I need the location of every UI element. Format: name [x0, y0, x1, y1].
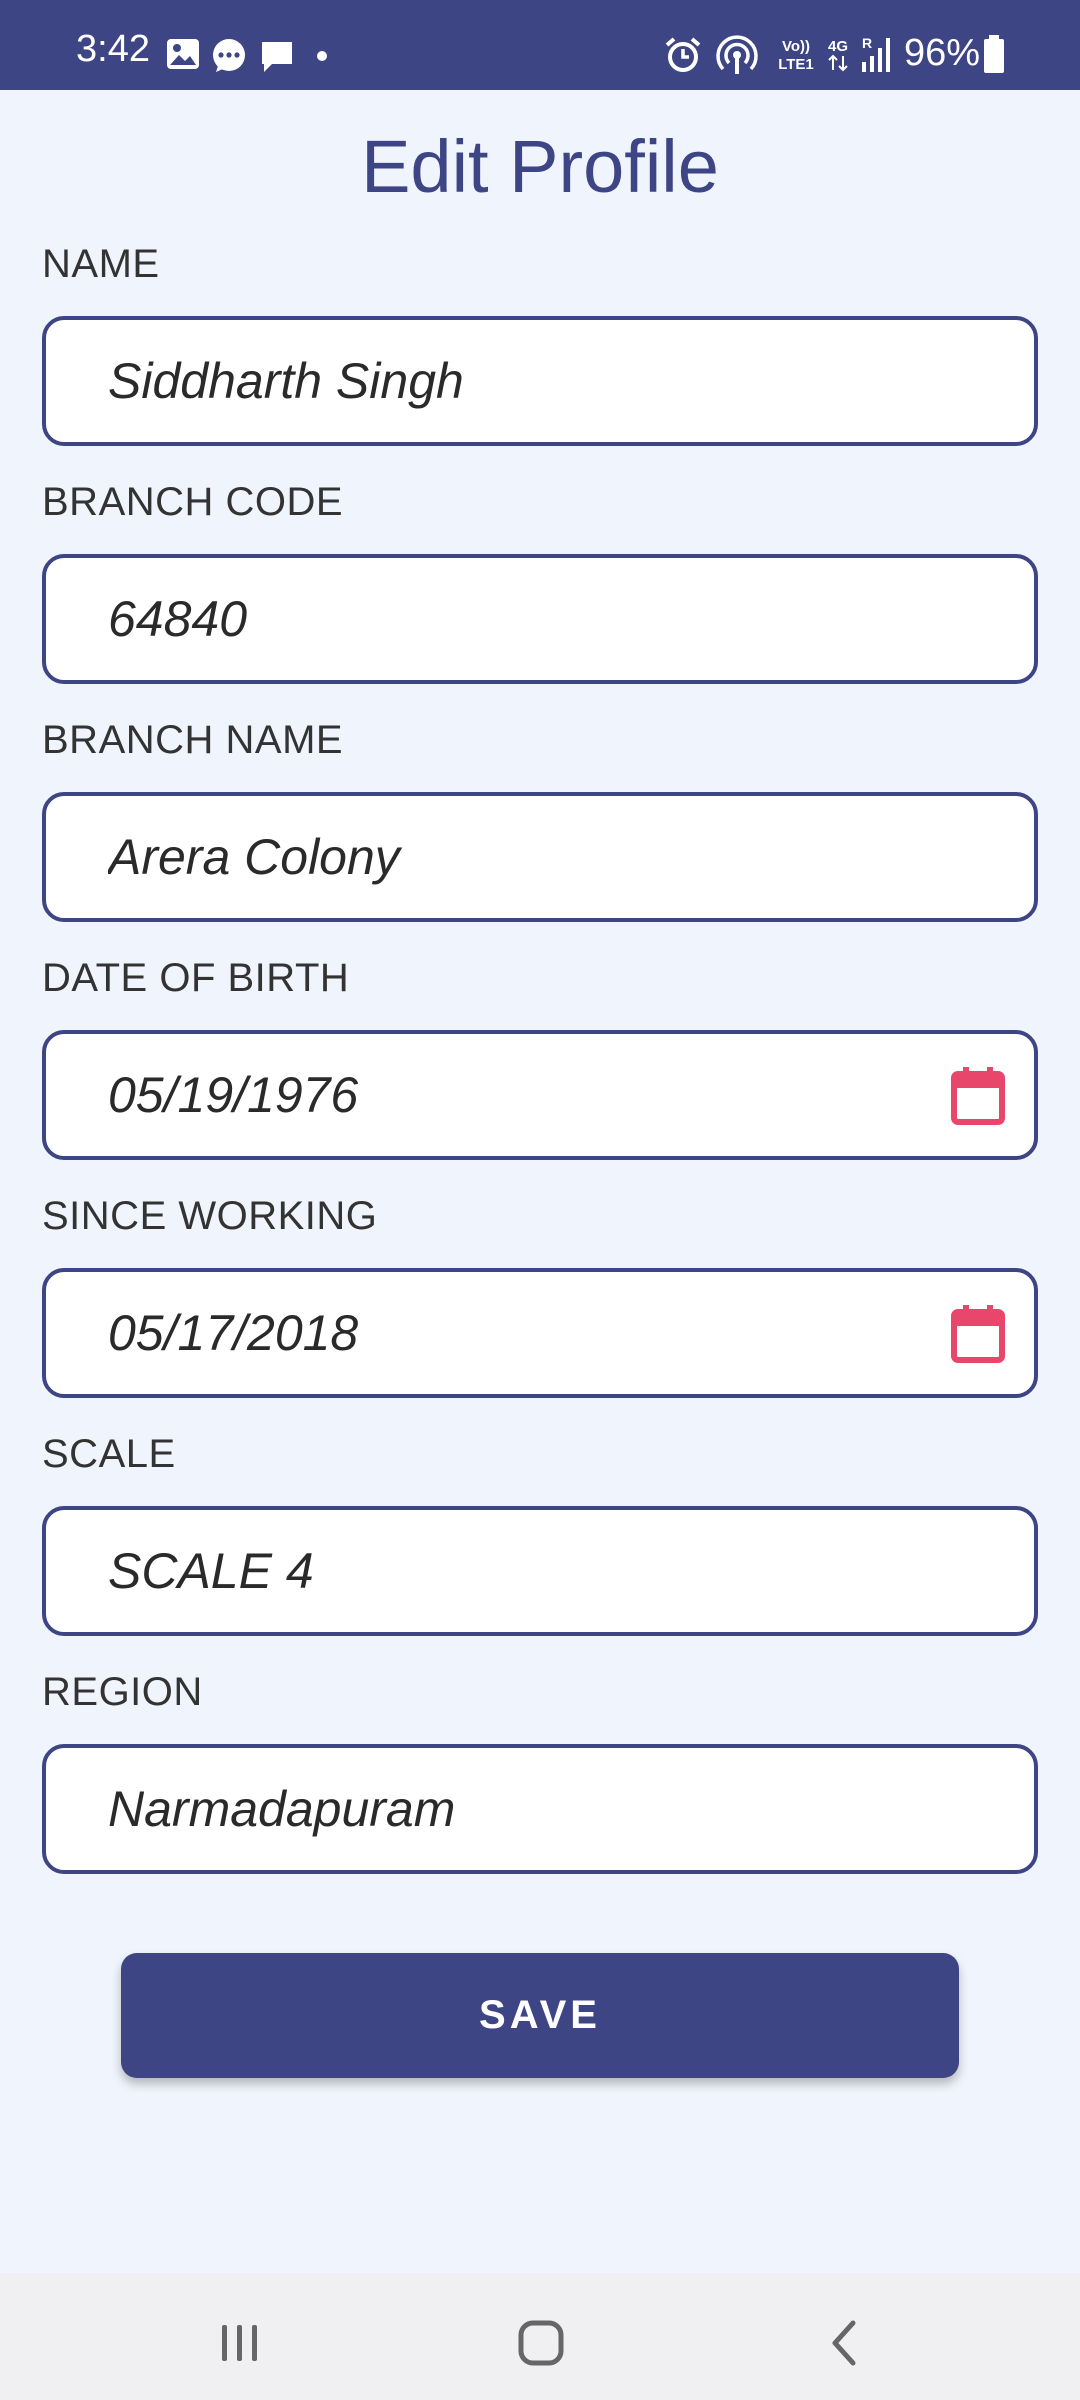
branch-code-field-value: 64840 [108, 591, 248, 647]
hotspot-icon [716, 35, 758, 74]
home-icon[interactable] [511, 2313, 571, 2373]
region-field-value: Narmadapuram [108, 1781, 456, 1837]
date-of-birth-field-value: 05/19/1976 [108, 1067, 359, 1123]
volte-icon: Vo)) LTE1 [778, 38, 814, 73]
svg-text:4G: 4G [828, 38, 848, 55]
recents-icon[interactable] [210, 2313, 270, 2373]
dot-icon [317, 51, 327, 61]
status-bar: 3:42 Vo)) LTE1 4G R 96% [0, 0, 1080, 90]
messenger-icon [213, 39, 245, 72]
battery-percentage: 96% [904, 32, 981, 74]
svg-text:Vo)): Vo)) [782, 38, 810, 55]
field-label-date-of-birth: DATE OF BIRTH [42, 956, 350, 1000]
since-working-field[interactable]: 05/17/2018 [42, 1268, 1038, 1398]
branch-code-field[interactable]: 64840 [42, 554, 1038, 684]
field-label-region: REGION [42, 1670, 203, 1714]
navigation-bar [0, 2273, 1080, 2400]
scale-field-value: SCALE 4 [108, 1543, 314, 1599]
battery-icon [984, 35, 1004, 73]
chat-icon [262, 42, 292, 72]
field-label-branch-code: BRANCH CODE [42, 480, 344, 524]
date-of-birth-field[interactable]: 05/19/1976 [42, 1030, 1038, 1160]
branch-name-field[interactable]: Arera Colony [42, 792, 1038, 922]
signal-icon: R [862, 35, 890, 72]
status-time: 3:42 [76, 28, 150, 70]
svg-text:LTE1: LTE1 [778, 56, 814, 73]
field-label-since-working: SINCE WORKING [42, 1194, 378, 1238]
field-label-name: NAME [42, 242, 160, 286]
4g-icon: 4G [828, 38, 848, 72]
svg-text:R: R [862, 35, 872, 51]
calendar-icon[interactable] [950, 1066, 1006, 1126]
since-working-field-value: 05/17/2018 [108, 1305, 359, 1361]
alarm-icon [665, 37, 701, 72]
field-label-branch-name: BRANCH NAME [42, 718, 344, 762]
save-button[interactable]: SAVE [121, 1953, 959, 2078]
scale-field[interactable]: SCALE 4 [42, 1506, 1038, 1636]
name-field-value: Siddharth Singh [108, 353, 464, 409]
page-title: Edit Profile [361, 125, 719, 208]
edit-profile-screen: 3:42 Vo)) LTE1 4G R 96% Edit Profile NAM… [0, 0, 1080, 2400]
name-field[interactable]: Siddharth Singh [42, 316, 1038, 446]
back-icon[interactable] [815, 2313, 875, 2373]
branch-name-field-value: Arera Colony [108, 829, 400, 885]
region-field[interactable]: Narmadapuram [42, 1744, 1038, 1874]
calendar-icon[interactable] [950, 1304, 1006, 1364]
image-icon [167, 39, 199, 69]
field-label-scale: SCALE [42, 1432, 176, 1476]
